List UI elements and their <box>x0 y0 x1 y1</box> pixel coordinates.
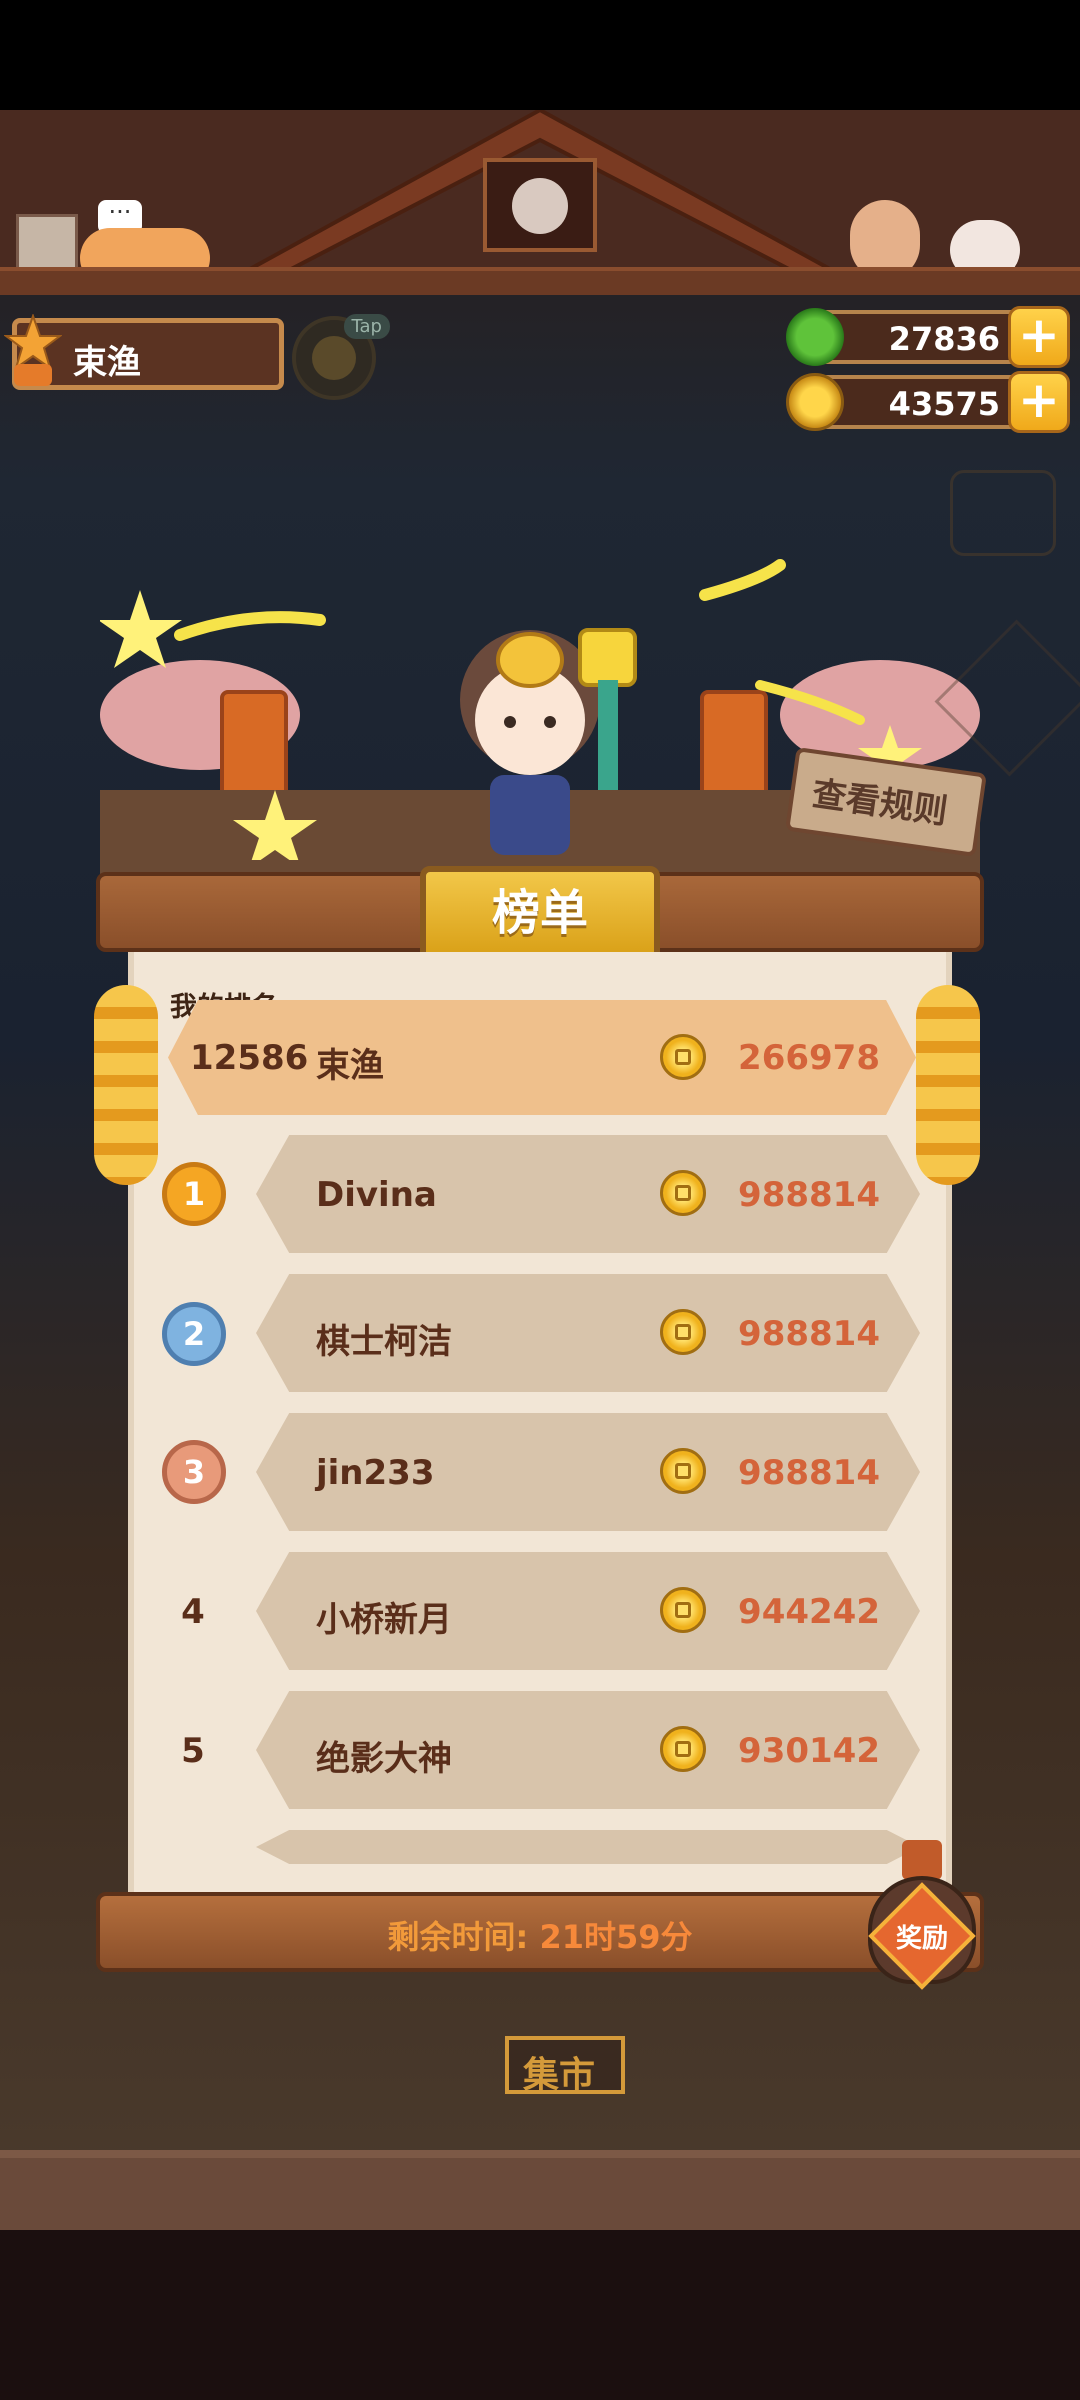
player-name: 束渔 <box>73 343 141 383</box>
notice-button[interactable] <box>940 460 1070 590</box>
rank-number: 2 <box>182 1315 206 1353</box>
coin-currency-value: 43575 <box>888 385 1000 423</box>
player-name: 绝影大神 <box>316 1739 452 1779</box>
gold-medal-icon: 1 <box>162 1162 226 1226</box>
avatar <box>312 336 356 380</box>
player-score: 930142 <box>738 1731 880 1771</box>
notice-icon <box>950 470 1056 556</box>
remaining-time: 剩余时间: 21时59分 <box>330 1912 750 1958</box>
player-score: 988814 <box>738 1175 880 1215</box>
board-title-plate: 榜单 <box>420 866 660 962</box>
floor <box>0 2150 1080 2238</box>
leaderboard-row[interactable] <box>256 1830 920 1864</box>
green-gem-icon <box>786 308 844 366</box>
player-score: 944242 <box>738 1592 880 1632</box>
bronze-medal-icon: 3 <box>162 1440 226 1504</box>
reward-label: 奖励 <box>895 1924 948 1954</box>
add-green-button[interactable]: + <box>1008 306 1070 368</box>
board-title: 榜单 <box>491 885 588 941</box>
green-currency-value: 27836 <box>888 320 1000 358</box>
player-name: jin233 <box>316 1453 435 1493</box>
player-name: 小桥新月 <box>316 1600 452 1640</box>
player-name: Divina <box>316 1175 437 1215</box>
roof-banner: ··· <box>0 110 1080 295</box>
my-rank-name: 束渔 <box>316 1046 384 1086</box>
corn-decoration-right <box>916 985 980 1185</box>
player-badge-icon <box>4 314 62 386</box>
market-sign: 集市 <box>505 2036 625 2096</box>
add-coin-button[interactable]: + <box>1008 371 1070 433</box>
my-rank-score: 266978 <box>738 1038 880 1078</box>
remaining-time-label: 剩余时间: <box>387 1918 540 1956</box>
corn-decoration-left <box>94 985 158 1185</box>
jar-lid <box>902 1840 942 1880</box>
silver-medal-icon: 2 <box>162 1302 226 1366</box>
my-rank-number: 12586 <box>190 1038 309 1078</box>
side-reward-icon <box>934 619 1080 777</box>
tap-tag: Tap <box>343 314 390 339</box>
bottom-area <box>0 2230 1080 2400</box>
coin-icon <box>786 373 844 431</box>
market-sign-label: 集市 <box>523 2055 596 2096</box>
remaining-time-value: 21时59分 <box>539 1918 693 1956</box>
rank-number: 5 <box>181 1731 205 1771</box>
view-rules-label: 查看规则 <box>809 773 950 833</box>
side-reward-button[interactable] <box>934 619 1080 777</box>
reward-button[interactable]: 奖励 <box>862 1840 982 1990</box>
roof-truss <box>230 110 850 280</box>
rank-number: 4 <box>181 1592 205 1632</box>
player-score: 988814 <box>738 1314 880 1354</box>
player-score: 988814 <box>738 1453 880 1493</box>
rank-number: 1 <box>182 1175 206 1213</box>
tap-avatar-button[interactable]: Tap <box>292 314 390 400</box>
rank-number: 3 <box>182 1453 206 1491</box>
player-name: 棋士柯洁 <box>316 1322 452 1362</box>
